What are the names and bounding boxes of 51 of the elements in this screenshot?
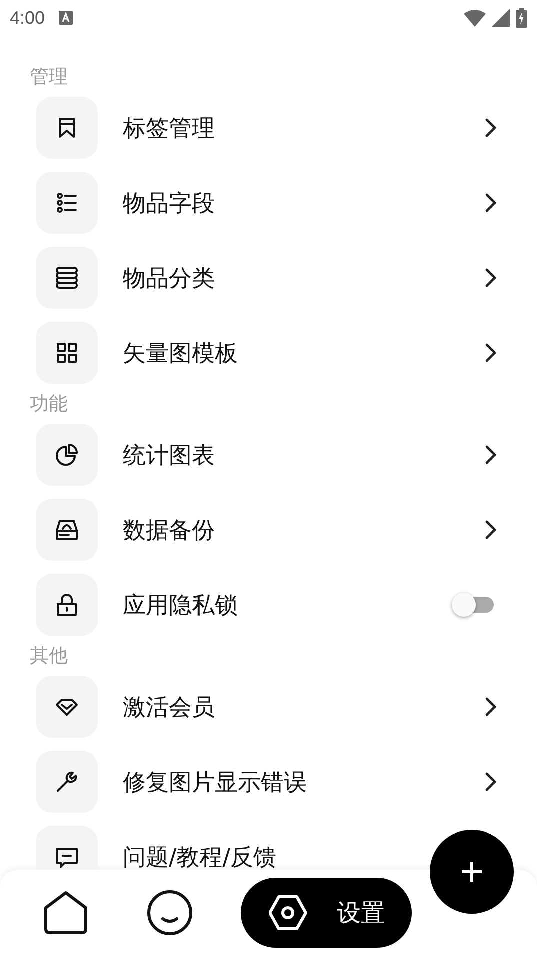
chevron-right-icon bbox=[485, 343, 497, 363]
icon-tile[interactable] bbox=[36, 172, 98, 234]
menu-item[interactable]: 问题/教程/反馈 bbox=[123, 842, 276, 870]
lock-icon bbox=[54, 592, 80, 618]
keyboard-icon bbox=[59, 11, 74, 25]
battery-icon bbox=[516, 8, 527, 28]
stack-icon bbox=[54, 265, 80, 291]
menu-item[interactable]: 物品字段 bbox=[123, 188, 215, 218]
menu-item[interactable]: 应用隐私锁 bbox=[123, 590, 238, 620]
icon-tile[interactable] bbox=[36, 424, 98, 486]
menu-item[interactable]: 标签管理 bbox=[123, 112, 215, 144]
icon-tile[interactable] bbox=[36, 574, 98, 636]
settings-icon bbox=[269, 895, 307, 931]
wifi-icon bbox=[464, 9, 486, 27]
pie-chart-icon bbox=[54, 442, 80, 468]
menu-item[interactable]: 激活会员 bbox=[123, 692, 215, 722]
section-title: 功能 bbox=[30, 393, 69, 415]
icon-tile[interactable] bbox=[36, 499, 98, 561]
list-icon bbox=[54, 190, 80, 216]
menu-item[interactable]: 矢量图模板 bbox=[123, 338, 238, 368]
chevron-right-icon bbox=[485, 697, 497, 717]
plus-icon bbox=[461, 861, 483, 883]
wrench-icon bbox=[54, 769, 80, 795]
icon-tile[interactable] bbox=[36, 676, 98, 738]
chevron-right-icon bbox=[485, 193, 497, 213]
icon-tile[interactable] bbox=[36, 322, 98, 384]
nav-tab[interactable]: 设置 bbox=[241, 878, 412, 948]
icon-tile[interactable] bbox=[36, 247, 98, 309]
drive-icon bbox=[54, 517, 80, 543]
chevron-right-icon bbox=[485, 268, 497, 288]
section-title: 管理 bbox=[30, 66, 69, 88]
nav-tab[interactable] bbox=[147, 890, 193, 936]
icon-tile[interactable] bbox=[36, 97, 98, 159]
icon-tile[interactable] bbox=[36, 826, 98, 870]
toggle-switch[interactable] bbox=[452, 592, 496, 618]
chevron-right-icon bbox=[485, 520, 497, 540]
signal-icon bbox=[492, 9, 510, 27]
section-title: 其他 bbox=[30, 645, 69, 667]
menu-item[interactable]: 统计图表 bbox=[123, 440, 215, 470]
menu-item[interactable]: 修复图片显示错误 bbox=[123, 766, 307, 798]
chevron-right-icon bbox=[485, 118, 497, 138]
grid-icon bbox=[54, 340, 80, 366]
nav-tab[interactable] bbox=[43, 891, 89, 935]
home-icon bbox=[43, 891, 89, 935]
chevron-right-icon bbox=[485, 445, 497, 465]
chevron-right-icon bbox=[485, 772, 497, 792]
menu-item[interactable]: 数据备份 bbox=[123, 514, 215, 546]
status-time: 4:00 bbox=[10, 8, 46, 28]
smiley-icon bbox=[147, 890, 193, 936]
menu-item[interactable]: 物品分类 bbox=[123, 262, 215, 294]
icon-tile[interactable] bbox=[36, 751, 98, 813]
